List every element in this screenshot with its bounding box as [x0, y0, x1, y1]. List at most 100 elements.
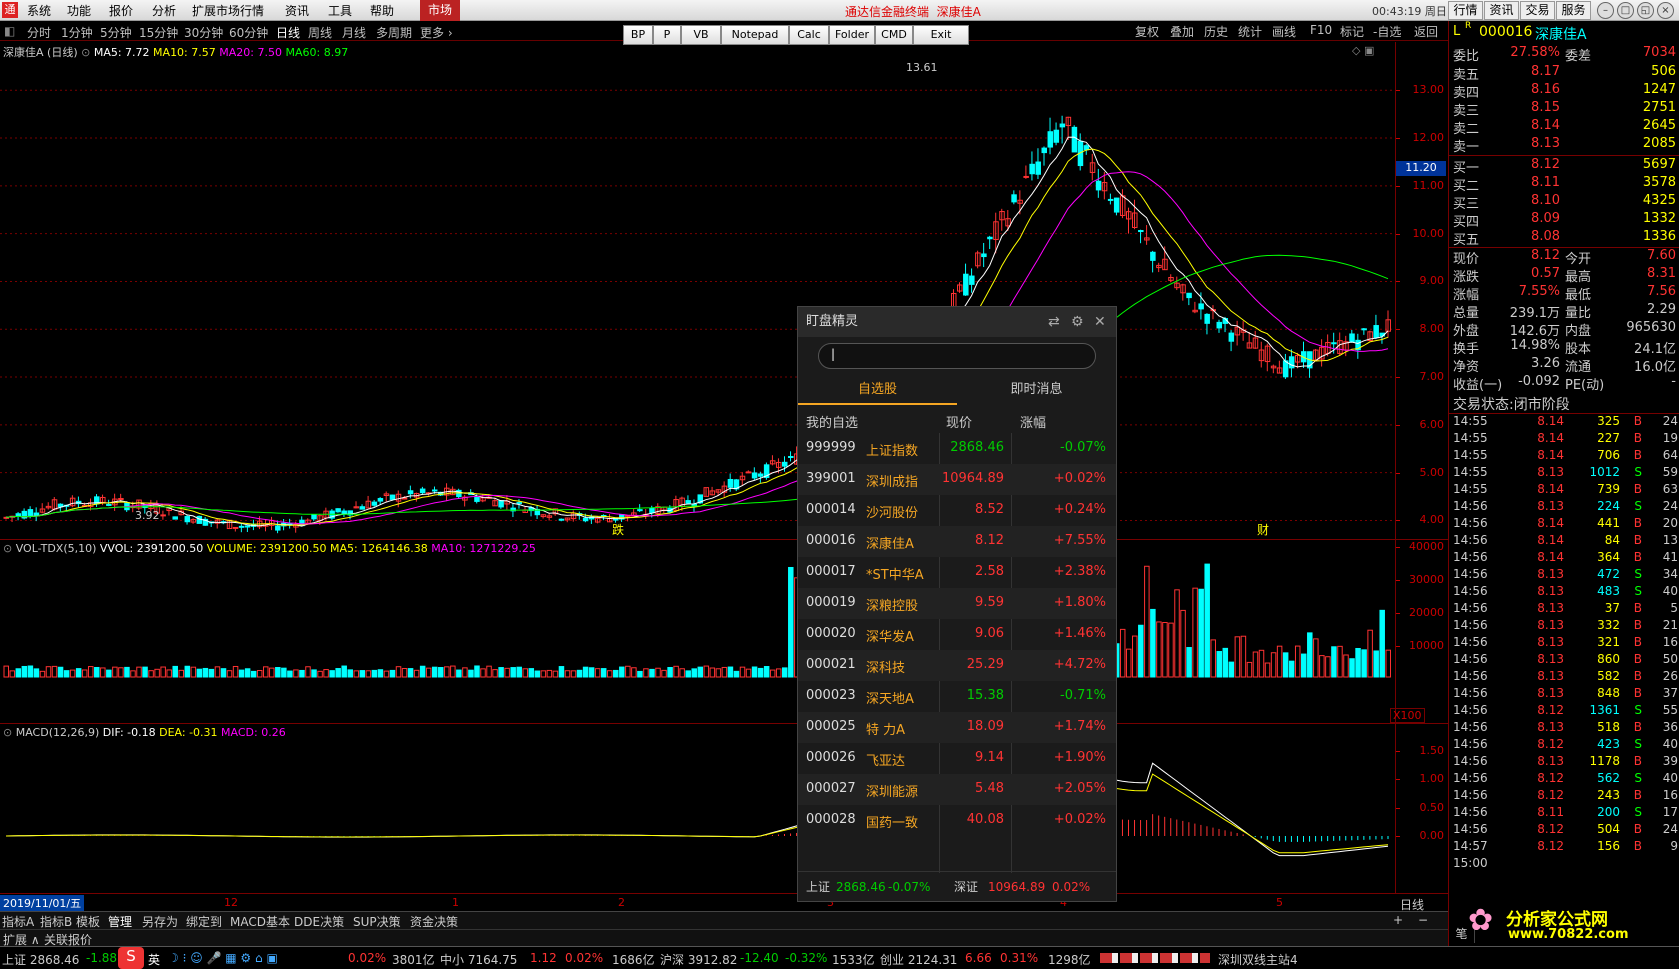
tool-f10[interactable]: F10: [1310, 23, 1332, 37]
ime-lang[interactable]: 英: [148, 951, 160, 968]
volume-bar: [1144, 565, 1150, 678]
watchlist-row[interactable]: 000021 深科技 25.29 +4.72%: [798, 650, 1116, 681]
event-marker-fall[interactable]: 跌: [612, 521, 624, 538]
volume-bar: [715, 668, 722, 678]
tab-template[interactable]: 模板: [76, 913, 100, 930]
watchlist-row[interactable]: 000017 *ST中华A 2.58 +2.38%: [798, 557, 1116, 588]
zoom-out-icon[interactable]: −: [1418, 913, 1428, 927]
period-5min[interactable]: 5分钟: [100, 24, 132, 41]
axis-tick-label: 1.50: [1419, 744, 1445, 757]
watchlist-row[interactable]: 000023 深天地A 15.38 -0.71%: [798, 681, 1116, 712]
watchlist-row[interactable]: 999999 上证指数 2868.46 -0.07%: [798, 433, 1116, 464]
stat-row: 涨幅 7.55% 最低 7.56: [1449, 284, 1679, 303]
period-more[interactable]: 更多 ›: [420, 24, 453, 41]
close-icon[interactable]: ×: [1657, 2, 1674, 19]
tab-favorites[interactable]: 自选股: [798, 375, 957, 405]
watchlist-row[interactable]: 399001 深圳成指 10964.89 +0.02%: [798, 464, 1116, 495]
tool-draw[interactable]: 画线: [1272, 23, 1296, 40]
tick-cell: B: [1633, 516, 1642, 530]
kline-chart[interactable]: [0, 42, 1395, 539]
menu-system[interactable]: 系统: [27, 2, 51, 19]
panel-toggle-icon[interactable]: ◧: [4, 24, 15, 38]
period-1min[interactable]: 1分钟: [61, 24, 93, 41]
market-tab[interactable]: 市场: [420, 0, 460, 21]
tab-indicator-b[interactable]: 指标B: [40, 913, 72, 930]
tick-cell: 40: [1662, 584, 1678, 598]
btn-info[interactable]: 资讯: [1484, 1, 1519, 20]
period-daily[interactable]: 日线: [276, 24, 300, 41]
gear-icon[interactable]: ⚙: [1071, 314, 1084, 330]
period-monthly[interactable]: 月线: [342, 24, 366, 41]
minimize-icon[interactable]: –: [1597, 2, 1614, 19]
watchlist-row[interactable]: 000020 深华发A 9.06 +1.46%: [798, 619, 1116, 650]
watchlist-row[interactable]: 000028 国药一致 40.08 +0.02%: [798, 805, 1116, 836]
dialog-tabs: 自选股 即时消息: [798, 375, 1116, 405]
period-weekly[interactable]: 周线: [308, 24, 332, 41]
tick-cell: 8.13: [1537, 669, 1564, 683]
volume-bar: [51, 665, 58, 678]
tool-stats[interactable]: 统计: [1238, 23, 1262, 40]
quote-label: 外盘: [1453, 324, 1480, 339]
layout-icon[interactable]: ◇ ▣: [1352, 44, 1374, 57]
tool-overlay[interactable]: 叠加: [1170, 23, 1194, 40]
watchlist-row[interactable]: 000026 飞亚达 9.14 +1.90%: [798, 743, 1116, 774]
menu-analysis[interactable]: 分析: [152, 2, 176, 19]
menu-info[interactable]: 资讯: [285, 2, 309, 19]
quote-label: 涨幅: [1453, 288, 1480, 303]
btn-quote[interactable]: 行情: [1448, 1, 1483, 20]
tab-save-as[interactable]: 另存为: [142, 913, 178, 930]
tab-sup[interactable]: SUP决策: [353, 913, 401, 930]
watchlist-row[interactable]: 000014 沙河股份 8.52 +0.24%: [798, 495, 1116, 526]
watchlist-price: 40.08: [966, 812, 1004, 827]
period-15min[interactable]: 15分钟: [139, 24, 178, 41]
candle: [1216, 321, 1223, 329]
tool-mark[interactable]: 标记: [1340, 23, 1364, 40]
swap-icon[interactable]: ⇄: [1048, 314, 1060, 330]
btn-trade[interactable]: 交易: [1520, 1, 1555, 20]
tab-macd-basic[interactable]: MACD基本: [230, 913, 290, 930]
menu-function[interactable]: 功能: [67, 2, 91, 19]
tick-cell: 15:00: [1453, 856, 1488, 870]
search-input[interactable]: |: [818, 343, 1096, 369]
period-60min[interactable]: 60分钟: [229, 24, 268, 41]
watchlist-code: 000019: [806, 595, 856, 610]
tab-news[interactable]: 即时消息: [957, 375, 1116, 405]
tool-fuquan[interactable]: 复权: [1135, 23, 1159, 40]
period-30min[interactable]: 30分钟: [184, 24, 223, 41]
maximize-icon[interactable]: □: [1617, 2, 1634, 19]
restore-icon[interactable]: ◱: [1637, 2, 1654, 19]
tab-bind[interactable]: 绑定到: [186, 913, 222, 930]
tab-manage[interactable]: 管理: [108, 913, 132, 930]
ime-logo-icon[interactable]: S: [118, 947, 144, 969]
status-cy-pct: 0.31%: [1000, 951, 1039, 965]
tab-capital[interactable]: 资金决策: [410, 913, 458, 930]
watchlist-row[interactable]: 000019 深粮控股 9.59 +1.80%: [798, 588, 1116, 619]
tool-history[interactable]: 历史: [1204, 23, 1228, 40]
volume-bar: [250, 670, 257, 678]
tool-favorite[interactable]: -自选: [1373, 23, 1401, 40]
watchlist-row[interactable]: 000016 深康佳A 8.12 +7.55%: [798, 526, 1116, 557]
tab-dde[interactable]: DDE决策: [294, 913, 344, 930]
macd-chart[interactable]: [0, 724, 1395, 893]
status-zx-amt: 1686亿: [612, 953, 655, 967]
menu-ext-market[interactable]: 扩展市场行情: [192, 2, 264, 19]
volume-chart[interactable]: [0, 540, 1395, 723]
status-zx-chg: 1.12: [530, 951, 557, 965]
event-marker-finance[interactable]: 财: [1257, 521, 1269, 538]
period-tick[interactable]: 分时: [27, 24, 51, 41]
ime-tools-icon[interactable]: ☽ ⁝ ☺ 🎤 ▦ ⚙ ⌂ ▣: [168, 951, 278, 965]
close-icon[interactable]: ✕: [1094, 314, 1106, 330]
watchlist-change: +7.55%: [1053, 533, 1106, 548]
watchlist-row[interactable]: 000027 深圳能源 5.48 +2.05%: [798, 774, 1116, 805]
btn-service[interactable]: 服务: [1556, 1, 1591, 20]
tab-indicator-a[interactable]: 指标A: [2, 913, 34, 930]
menu-help[interactable]: 帮助: [370, 2, 394, 19]
period-multi[interactable]: 多周期: [376, 24, 412, 41]
tick-cell: 14:56: [1453, 635, 1488, 649]
tool-back[interactable]: 返回: [1414, 23, 1438, 40]
candle: [389, 494, 396, 500]
zoom-in-icon[interactable]: +: [1393, 913, 1403, 927]
watchlist-row[interactable]: 000025 特 力A 18.09 +1.74%: [798, 712, 1116, 743]
menu-quote[interactable]: 报价: [109, 2, 133, 19]
menu-tools[interactable]: 工具: [328, 2, 352, 19]
